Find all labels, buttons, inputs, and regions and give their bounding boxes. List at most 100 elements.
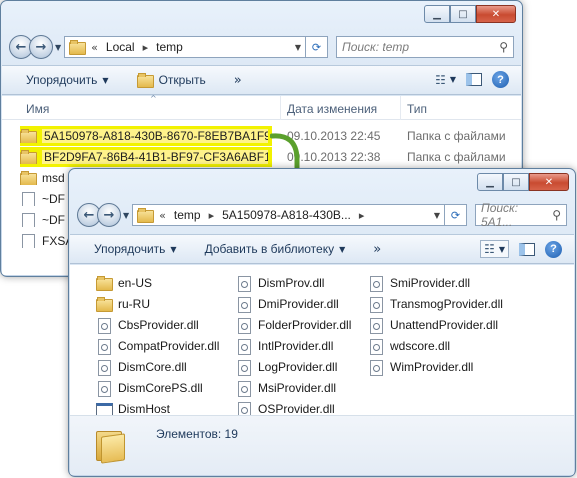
recent-pages-dropdown[interactable]: ▼ — [55, 43, 61, 52]
list-item-label: DismProv.dll — [258, 276, 325, 290]
recent-pages-dropdown[interactable]: ▼ — [123, 211, 129, 220]
large-folder-icon — [96, 428, 126, 464]
list-item[interactable]: wdscore.dll — [368, 336, 450, 356]
open-label: Открыть — [158, 73, 206, 87]
more-commands-button[interactable]: » — [373, 242, 381, 257]
list-item[interactable]: FolderProvider.dll — [236, 315, 351, 335]
organize-menu[interactable]: Упорядочить ▼ — [94, 242, 177, 256]
dll-icon — [96, 360, 112, 376]
dll-icon — [236, 402, 252, 418]
search-placeholder: Поиск: 5A1... — [481, 201, 519, 229]
list-item-label: SmiProvider.dll — [390, 276, 471, 290]
breadcrumb-separator-icon[interactable]: « — [159, 209, 166, 222]
row-type: Папка с файлами — [407, 129, 506, 143]
more-commands-button[interactable]: » — [234, 73, 242, 88]
list-item[interactable]: WimProvider.dll — [368, 357, 473, 377]
column-divider[interactable] — [280, 96, 281, 120]
list-item-label: DismCore.dll — [118, 360, 187, 374]
maximize-button[interactable]: □ — [450, 5, 476, 23]
close-button[interactable]: ✕ — [476, 5, 516, 23]
list-item[interactable]: MsiProvider.dll — [236, 378, 336, 398]
list-item[interactable]: SmiProvider.dll — [368, 273, 470, 293]
list-item[interactable]: IntlProvider.dll — [236, 336, 333, 356]
dll-icon — [96, 339, 112, 355]
preview-pane-icon[interactable] — [466, 73, 482, 86]
folder-icon — [96, 276, 113, 291]
list-item[interactable]: DismCore.dll — [96, 357, 187, 377]
list-item-label: MsiProvider.dll — [258, 381, 337, 395]
breadcrumb-local[interactable]: Local — [106, 40, 135, 54]
file-grid: en-US ru-RU CbsProvider.dll CompatProvider.… — [70, 265, 574, 475]
list-item[interactable]: CbsProvider.dll — [96, 315, 199, 335]
help-icon[interactable]: ? — [545, 240, 562, 258]
address-bar[interactable]: « Local ▸ temp ▼ — [64, 36, 306, 58]
minimize-button[interactable]: ▁ — [477, 173, 503, 191]
list-item[interactable]: DismCorePS.dll — [96, 378, 203, 398]
minimize-button[interactable]: ▁ — [424, 5, 450, 23]
refresh-button[interactable]: ⟳ — [306, 36, 328, 58]
dll-icon — [368, 339, 384, 355]
navigation-bar: ← → ▼ « Local ▸ temp ▼ ⟳ Поиск: temp ⚲ — [9, 35, 514, 59]
list-item-label: UnattendProvider.dll — [390, 318, 499, 332]
breadcrumb-temp[interactable]: temp — [156, 40, 183, 54]
column-name[interactable]: Имя — [26, 102, 49, 116]
open-folder-icon — [136, 73, 154, 88]
list-item[interactable]: ru-RU — [96, 294, 150, 314]
preview-pane-icon[interactable] — [519, 242, 535, 256]
search-input[interactable]: Поиск: 5A1... ⚲ — [475, 201, 567, 229]
forward-button[interactable]: → — [97, 203, 121, 227]
sort-chevron-icon: ^ — [150, 94, 157, 103]
row-name: BF2D9FA7-86B4-41B1-BF97-CF3A6ABF10... — [20, 150, 268, 164]
address-bar[interactable]: « temp ▸ 5A150978-A818-430B... ▸ ▼ — [132, 204, 445, 226]
list-item-label: IntlProvider.dll — [258, 339, 334, 353]
add-to-library-menu[interactable]: Добавить в библиотеку ▼ — [205, 242, 346, 256]
organize-menu[interactable]: Упорядочить ▼ — [26, 73, 109, 87]
list-item[interactable]: LogProvider.dll — [236, 357, 337, 377]
dll-icon — [236, 339, 252, 355]
breadcrumb-separator-icon[interactable]: ▸ — [143, 41, 149, 54]
column-date[interactable]: Дата изменения — [287, 102, 377, 116]
breadcrumb-separator-icon[interactable]: ▸ — [209, 209, 215, 222]
chevron-down-icon: ▼ — [170, 244, 177, 254]
list-item[interactable]: DmiProvider.dll — [236, 294, 339, 314]
list-item-label: OSProvider.dll — [258, 402, 335, 416]
dll-icon — [368, 360, 384, 376]
address-dropdown-icon[interactable]: ▼ — [434, 211, 440, 220]
change-view-button[interactable]: ☷ ▼ — [435, 73, 456, 87]
caption-buttons: ▁ □ ✕ — [424, 5, 516, 23]
add-to-library-label: Добавить в библиотеку — [204, 242, 335, 256]
row-name-text: ~DF — [42, 213, 66, 227]
change-view-button[interactable]: ☷ ▼ — [480, 240, 509, 258]
chevron-down-icon: ▼ — [339, 244, 346, 254]
breadcrumb-temp[interactable]: temp — [174, 208, 201, 222]
view-controls: ☷ ▼ ? — [435, 71, 509, 88]
dll-icon — [236, 318, 252, 334]
list-item[interactable]: DismProv.dll — [236, 273, 324, 293]
explorer-window-subfolder: ▁ □ ✕ ← → ▼ « temp ▸ 5A150978-A818-430B.… — [68, 168, 576, 477]
column-divider[interactable] — [400, 96, 401, 120]
address-dropdown-icon[interactable]: ▼ — [295, 43, 301, 52]
breadcrumb-separator-icon[interactable]: « — [91, 41, 98, 54]
forward-button[interactable]: → — [29, 35, 53, 59]
close-button[interactable]: ✕ — [529, 173, 569, 191]
chevron-down-icon: ▼ — [102, 75, 109, 85]
file-icon — [20, 213, 36, 227]
search-input[interactable]: Поиск: temp ⚲ — [336, 36, 514, 58]
list-item[interactable]: CompatProvider.dll — [96, 336, 219, 356]
chevron-down-icon: ▼ — [498, 244, 505, 254]
list-item-label: WimProvider.dll — [390, 360, 474, 374]
breadcrumb-separator-icon[interactable]: ▸ — [359, 209, 365, 222]
item-count: Элементов: 19 — [156, 427, 238, 441]
list-item-label: DismHost — [118, 402, 171, 416]
breadcrumb-current-folder[interactable]: 5A150978-A818-430B... — [222, 208, 351, 222]
list-item[interactable]: UnattendProvider.dll — [368, 315, 498, 335]
column-type[interactable]: Тип — [407, 102, 427, 116]
list-item-label: CbsProvider.dll — [118, 318, 199, 332]
refresh-button[interactable]: ⟳ — [445, 204, 467, 226]
help-icon[interactable]: ? — [492, 71, 509, 88]
list-item[interactable]: en-US — [96, 273, 152, 293]
list-item[interactable]: TransmogProvider.dll — [368, 294, 503, 314]
list-item-label: en-US — [118, 276, 153, 290]
open-button[interactable]: Открыть — [136, 73, 206, 88]
maximize-button[interactable]: □ — [503, 173, 529, 191]
